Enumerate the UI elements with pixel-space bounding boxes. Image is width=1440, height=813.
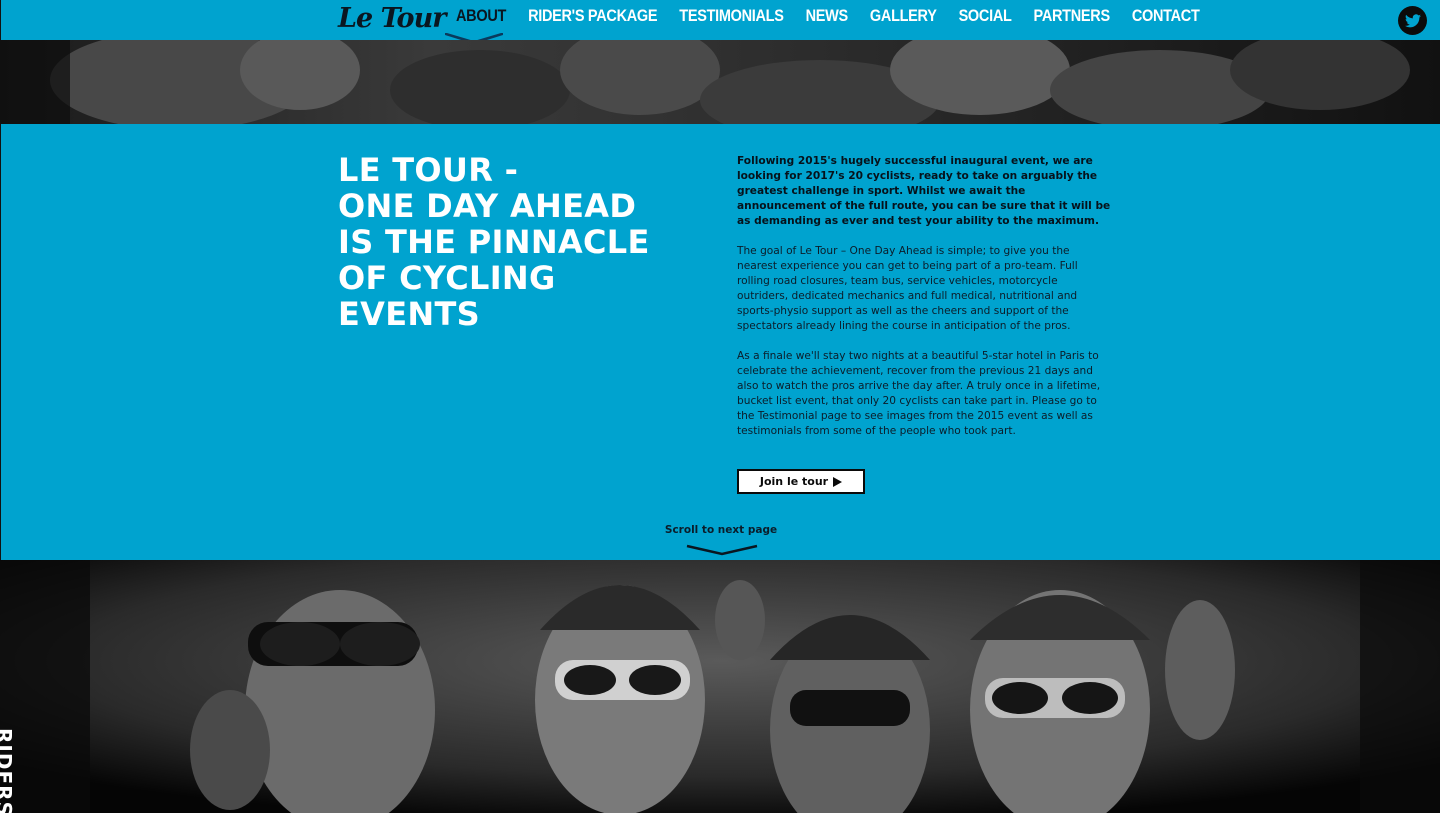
play-arrow-icon [833, 476, 843, 487]
twitter-icon[interactable] [1398, 6, 1427, 35]
main-menu: ABOUT RIDER'S PACKAGE TESTIMONIALS NEWS … [445, 0, 1211, 40]
join-button-label: Join le tour [759, 475, 829, 488]
header-photo [0, 40, 1440, 124]
headline-line: EVENTS [338, 295, 480, 333]
site-logo[interactable]: Le Tour [338, 3, 446, 34]
nav-item-testimonials[interactable]: TESTIMONIALS [668, 0, 794, 42]
headline-line: OF CYCLING [338, 259, 556, 297]
chevron-down-icon[interactable] [686, 544, 758, 556]
body-paragraph: As a finale we'll stay two nights at a b… [737, 350, 1101, 437]
nav-item-partners[interactable]: PARTNERS [1023, 0, 1121, 42]
headline-line: ONE DAY AHEAD [338, 187, 637, 225]
lead-paragraph: Following 2015's hugely successful inaug… [737, 155, 1111, 227]
about-section: LE TOUR - ONE DAY AHEAD IS THE PINNACLE … [0, 124, 1440, 560]
headline-line: LE TOUR - [338, 151, 519, 189]
about-headline: LE TOUR - ONE DAY AHEAD IS THE PINNACLE … [338, 152, 678, 332]
nav-item-riders-package[interactable]: RIDER'S PACKAGE [517, 0, 668, 42]
nav-item-contact[interactable]: CONTACT [1121, 0, 1211, 42]
side-label-text: RIDERS [0, 728, 16, 813]
nav-item-gallery[interactable]: GALLERY [859, 0, 948, 42]
headline-line: IS THE PINNACLE [338, 223, 650, 261]
scroll-to-next-link[interactable]: Scroll to next page [621, 524, 821, 536]
top-navigation: Le Tour ABOUT RIDER'S PACKAGE TESTIMONIA… [0, 0, 1440, 44]
section-side-label: RIDERS [0, 728, 18, 813]
about-copy: Following 2015's hugely successful inaug… [737, 154, 1112, 454]
riders-photo [0, 560, 1440, 813]
join-le-tour-button[interactable]: Join le tour [737, 469, 865, 494]
body-paragraph: The goal of Le Tour – One Day Ahead is s… [737, 245, 1078, 332]
nav-item-news[interactable]: NEWS [795, 0, 859, 42]
nav-item-social[interactable]: SOCIAL [948, 0, 1023, 42]
